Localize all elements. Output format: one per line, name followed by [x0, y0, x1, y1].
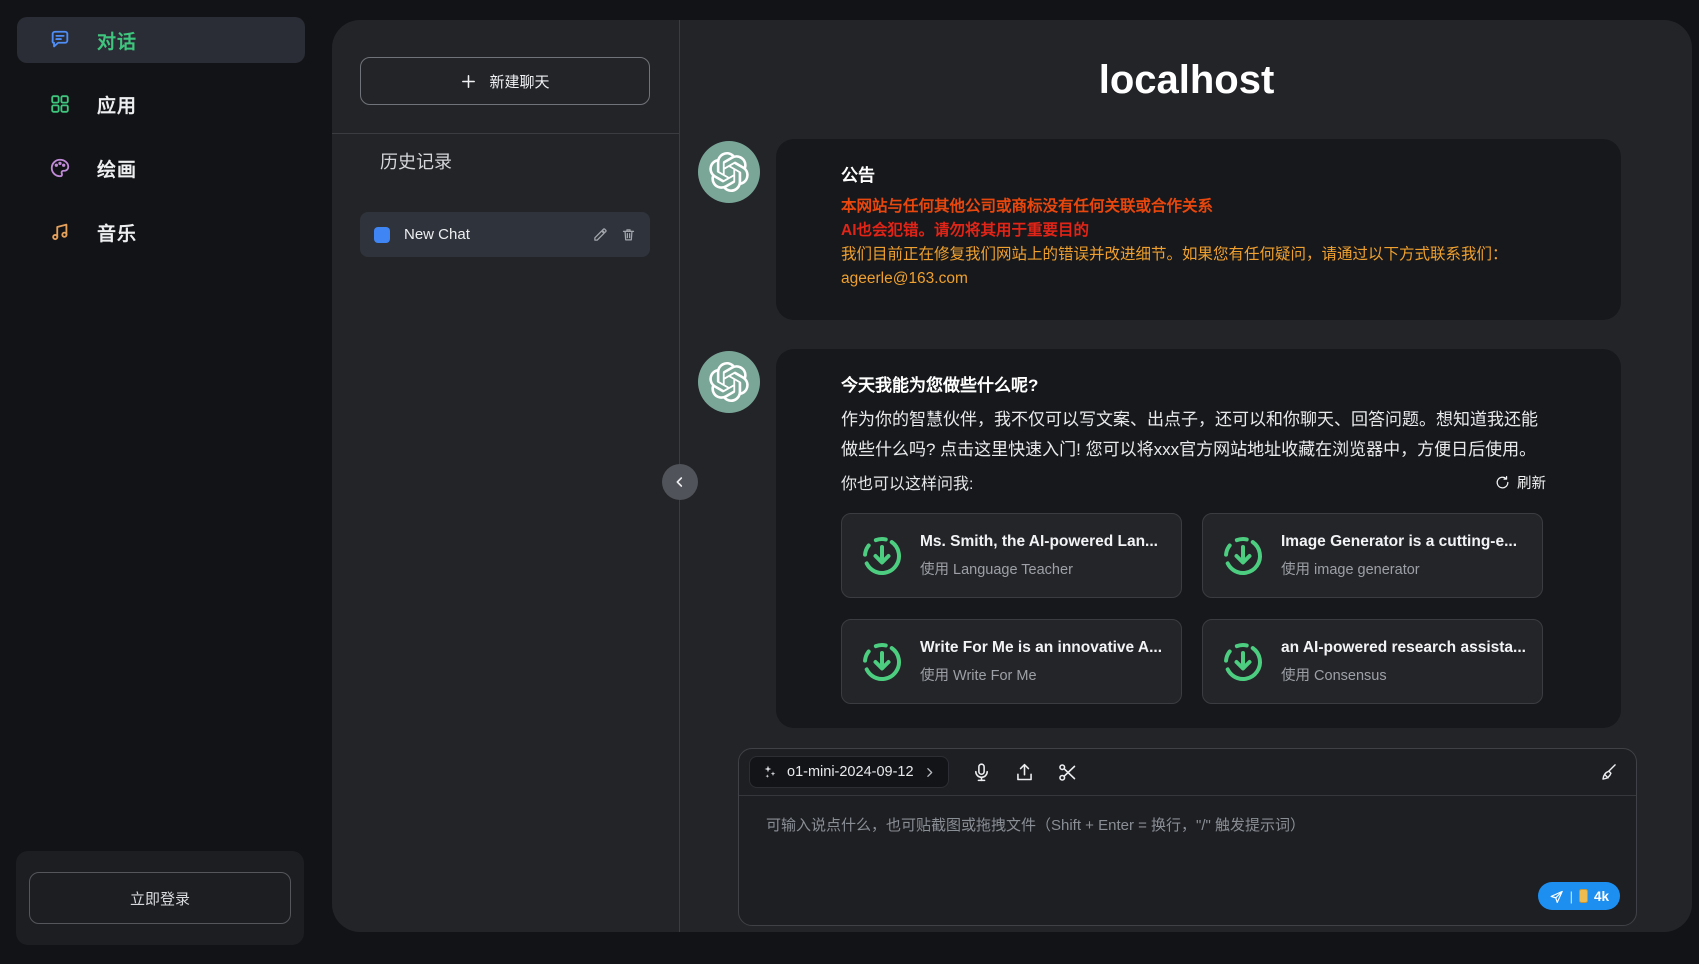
announcement-line: AI也会犯错。请勿将其用于重要目的: [841, 219, 1546, 243]
clear-broom-icon[interactable]: [1598, 762, 1618, 782]
suggestion-title: Ms. Smith, the AI-powered Lan...: [920, 533, 1158, 551]
history-title: 历史记录: [380, 148, 452, 174]
refresh-icon: [1495, 475, 1510, 490]
ask-hint: 你也可以这样问我:: [841, 470, 973, 494]
sidebar-item-chat[interactable]: 对话: [17, 17, 305, 63]
sidebar-item-label: 对话: [97, 27, 137, 54]
paper-plane-icon: [1549, 889, 1564, 904]
announcement-line: 本网站与任何其他公司或商标没有任何关联或合作关系: [841, 195, 1546, 219]
main-panel: 新建聊天 历史记录 New Chat: [332, 20, 1692, 932]
suggestion-card[interactable]: Image Generator is a cutting-e... 使用 ima…: [1202, 513, 1543, 598]
suggestion-subtitle: 使用 Consensus: [1281, 664, 1526, 685]
welcome-body: 作为你的智慧伙伴，我不仅可以写文案、出点子，还可以和你聊天、回答问题。想知道我还…: [841, 405, 1546, 465]
openai-logo-icon: [709, 362, 749, 402]
suggestion-subtitle: 使用 image generator: [1281, 558, 1517, 579]
login-button[interactable]: 立即登录: [29, 872, 291, 924]
sidebar-item-label: 音乐: [97, 219, 137, 246]
openai-logo-icon: [709, 152, 749, 192]
music-note-icon: [49, 221, 71, 243]
model-selector[interactable]: o1-mini-2024-09-12: [749, 756, 949, 788]
chat-list-panel: 新建聊天 历史记录 New Chat: [332, 20, 680, 932]
sparkles-icon: [762, 764, 778, 780]
sidebar-item-drawing[interactable]: 绘画: [17, 145, 305, 191]
delete-icon[interactable]: [621, 227, 636, 242]
scissors-icon[interactable]: [1057, 762, 1078, 783]
divider: |: [1570, 889, 1573, 904]
model-name: o1-mini-2024-09-12: [787, 764, 914, 780]
assistant-avatar: [698, 141, 760, 203]
chat-title: New Chat: [404, 226, 579, 243]
palette-icon: [49, 157, 71, 179]
download-circle-icon: [859, 639, 905, 685]
announcement-line: 我们目前正在修复我们网站上的错误并改进细节。如果您有任何疑问，请通过以下方式联系…: [841, 243, 1546, 267]
history-item-new-chat[interactable]: New Chat: [360, 212, 650, 257]
suggestion-title: an AI-powered research assista...: [1281, 639, 1526, 657]
suggestion-title: Image Generator is a cutting-e...: [1281, 533, 1517, 551]
suggestion-card[interactable]: Write For Me is an innovative A... 使用 Wr…: [841, 619, 1182, 704]
download-circle-icon: [1220, 639, 1266, 685]
announcement-title: 公告: [841, 161, 1546, 186]
page-title: localhost: [681, 58, 1692, 103]
composer-toolbar: o1-mini-2024-09-12: [739, 749, 1636, 796]
announcement-message: 公告 本网站与任何其他公司或商标没有任何关联或合作关系 AI也会犯错。请勿将其用…: [776, 139, 1621, 320]
send-button[interactable]: | 4k: [1538, 882, 1620, 910]
upload-icon[interactable]: [1014, 762, 1035, 783]
token-coin-icon: [1579, 889, 1588, 903]
refresh-suggestions-button[interactable]: 刷新: [1495, 472, 1546, 493]
download-circle-icon: [859, 533, 905, 579]
chat-bubble-icon: [49, 29, 71, 51]
suggestion-card[interactable]: an AI-powered research assista... 使用 Con…: [1202, 619, 1543, 704]
composer: o1-mini-2024-09-12: [738, 748, 1637, 926]
sidebar-item-apps[interactable]: 应用: [17, 81, 305, 127]
chat-main: localhost 公告 本网站与任何其他公司或商标没有任何关联或合作关系 AI…: [681, 20, 1692, 932]
sidebar-item-label: 应用: [97, 91, 137, 118]
welcome-title: 今天我能为您做些什么呢?: [841, 371, 1546, 396]
announcement-email-link[interactable]: ageerle@163.com: [841, 267, 1546, 291]
new-chat-label: 新建聊天: [489, 71, 549, 92]
chevron-right-icon: [923, 766, 936, 779]
welcome-message: 今天我能为您做些什么呢? 作为你的智慧伙伴，我不仅可以写文案、出点子，还可以和你…: [776, 349, 1621, 728]
plus-icon: [460, 73, 477, 90]
edit-icon[interactable]: [593, 227, 608, 242]
grid-icon: [49, 93, 71, 115]
suggestion-cards: Ms. Smith, the AI-powered Lan... 使用 Lang…: [841, 513, 1546, 704]
suggestion-subtitle: 使用 Write For Me: [920, 664, 1162, 685]
divider: [332, 133, 679, 134]
suggestion-card[interactable]: Ms. Smith, the AI-powered Lan... 使用 Lang…: [841, 513, 1182, 598]
suggestion-title: Write For Me is an innovative A...: [920, 639, 1162, 657]
microphone-icon[interactable]: [971, 762, 992, 783]
sidebar-item-label: 绘画: [97, 155, 137, 182]
chat-color-swatch: [374, 227, 390, 243]
sidebar-item-music[interactable]: 音乐: [17, 209, 305, 255]
sidebar: 对话 应用 绘画 音乐 立即登录: [0, 0, 332, 964]
download-circle-icon: [1220, 533, 1266, 579]
login-card: 立即登录: [16, 851, 304, 945]
suggestion-subtitle: 使用 Language Teacher: [920, 558, 1158, 579]
refresh-label: 刷新: [1517, 472, 1546, 493]
token-count: 4k: [1594, 889, 1609, 904]
new-chat-button[interactable]: 新建聊天: [360, 57, 650, 105]
collapse-sidebar-button[interactable]: [662, 464, 698, 500]
chevron-left-icon: [672, 474, 688, 490]
message-input[interactable]: [739, 796, 1636, 924]
assistant-avatar: [698, 351, 760, 413]
